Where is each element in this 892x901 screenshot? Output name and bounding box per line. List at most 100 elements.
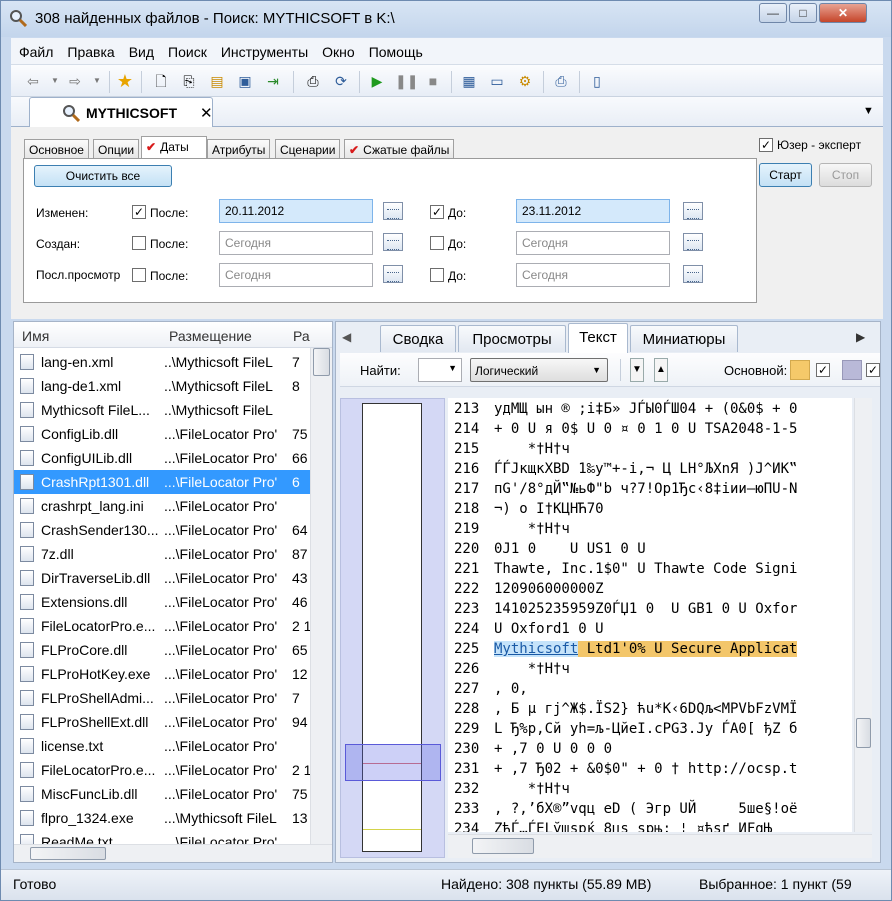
list-item[interactable]: CrashSender130... ...\FileLocator Pro' 64	[14, 518, 310, 542]
pause-icon[interactable]: ❚❚	[395, 71, 418, 91]
column-location[interactable]: Размещение	[169, 328, 252, 344]
calendar-icon[interactable]	[383, 202, 403, 220]
list-item[interactable]: FileLocatorPro.e... ...\FileLocator Pro' 2…	[14, 758, 310, 782]
minimize-button[interactable]: —	[759, 3, 787, 23]
list-item[interactable]: DirTraverseLib.dll ...\FileLocator Pro' 43	[14, 566, 310, 590]
copy-icon[interactable]: ⎘	[179, 71, 199, 91]
help-book-icon[interactable]: ▯	[587, 71, 607, 91]
save-icon[interactable]: ▣	[235, 71, 255, 91]
created-after-checkbox[interactable]	[132, 236, 146, 250]
tab-compressed[interactable]: ✔ Сжатые файлы	[344, 139, 455, 159]
menu-tools[interactable]: Инструменты	[213, 38, 314, 60]
highlight-color-swatch[interactable]	[790, 360, 810, 380]
window-icon[interactable]: ▭	[487, 71, 507, 91]
export-icon[interactable]: ⇥	[263, 71, 283, 91]
maximize-button[interactable]: □	[789, 3, 817, 23]
list-item[interactable]: 7z.dll ...\FileLocator Pro' 87	[14, 542, 310, 566]
modified-after-field[interactable]: 20.11.2012	[219, 199, 373, 223]
refresh-icon[interactable]: ⟳	[331, 71, 351, 91]
tab-attributes[interactable]: Атрибуты	[207, 139, 271, 159]
text-vertical-scrollbar[interactable]	[854, 398, 872, 832]
tab-text[interactable]: Текст	[568, 323, 628, 353]
layout-icon[interactable]: ▦	[459, 71, 479, 91]
start-button[interactable]: Старт	[759, 163, 812, 187]
accessed-after-checkbox[interactable]	[132, 268, 146, 282]
vertical-scrollbar[interactable]	[310, 348, 332, 846]
created-before-field[interactable]: Сегодня	[516, 231, 670, 255]
document-overview-map[interactable]	[340, 398, 445, 858]
tab-options[interactable]: Опции	[93, 139, 140, 159]
overview-viewport[interactable]	[345, 744, 441, 781]
text-horizontal-scrollbar[interactable]	[448, 834, 872, 858]
close-button[interactable]: ✕	[819, 3, 867, 23]
list-item[interactable]: FLProShellExt.dll ...\FileLocator Pro' 94	[14, 710, 310, 734]
accessed-after-field[interactable]: Сегодня	[219, 263, 373, 287]
stop-icon[interactable]: ■	[423, 71, 443, 91]
forward-icon[interactable]: ⇨	[65, 71, 85, 91]
menu-window[interactable]: Окно	[314, 38, 361, 60]
list-item[interactable]: FileLocatorPro.e... ...\FileLocator Pro' 2…	[14, 614, 310, 638]
calendar-icon[interactable]	[683, 202, 703, 220]
list-item[interactable]: MiscFuncLib.dll ...\FileLocator Pro' 75	[14, 782, 310, 806]
tab-views[interactable]: Просмотры	[458, 325, 566, 352]
highlight-checkbox[interactable]: ✓	[816, 363, 830, 377]
find-input[interactable]: ▼	[418, 358, 462, 382]
scroll-thumb[interactable]	[856, 718, 871, 748]
list-item[interactable]: FLProHotKey.exe ...\FileLocator Pro' 12	[14, 662, 310, 686]
scroll-thumb[interactable]	[313, 348, 330, 376]
back-icon[interactable]: ⇦	[23, 71, 43, 91]
scroll-thumb[interactable]	[472, 838, 534, 854]
find-next-icon[interactable]: ▼	[630, 358, 644, 382]
list-item[interactable]: ConfigUILib.dll ...\FileLocator Pro' 66	[14, 446, 310, 470]
menu-view[interactable]: Вид	[121, 38, 160, 60]
column-size[interactable]: Ра	[293, 328, 310, 344]
calendar-icon[interactable]	[683, 233, 703, 251]
tab-dates[interactable]: ✔ Даты	[141, 136, 207, 160]
expert-user-checkbox[interactable]: ✓	[759, 138, 773, 152]
list-item[interactable]: FLProShellAdmi... ...\FileLocator Pro' 7	[14, 686, 310, 710]
list-item[interactable]: CrashRpt1301.dll ...\FileLocator Pro' 6	[14, 470, 310, 494]
open-folder-icon[interactable]: ▤	[207, 71, 227, 91]
modified-before-checkbox[interactable]: ✓	[430, 205, 444, 219]
text-view[interactable]: 213 удМЩ ын ® ;і‡Б» JЃЫ0ЃШ04 + (0&0$ + 02…	[448, 398, 852, 832]
calendar-icon[interactable]	[383, 265, 403, 283]
tab-thumbnails[interactable]: Миниатюры	[630, 325, 738, 352]
tab-basic[interactable]: Основное	[24, 139, 89, 159]
column-name[interactable]: Имя	[22, 328, 49, 344]
list-item[interactable]: lang-de1.xml ..\Mythicsoft FileL 8	[14, 374, 310, 398]
back-dropdown-icon[interactable]: ▼	[45, 71, 65, 91]
tabs-right-arrow-icon[interactable]: ▶	[856, 330, 865, 344]
horizontal-scrollbar[interactable]	[14, 844, 332, 862]
clear-all-button[interactable]: Очистить все	[34, 165, 172, 187]
created-before-checkbox[interactable]	[430, 236, 444, 250]
new-document-icon[interactable]: 🗋	[151, 71, 171, 91]
accessed-before-field[interactable]: Сегодня	[516, 263, 670, 287]
list-item[interactable]: flpro_1324.exe ...\Mythicsoft FileL 13	[14, 806, 310, 830]
tab-summary[interactable]: Сводка	[380, 325, 456, 352]
modified-before-field[interactable]: 23.11.2012	[516, 199, 670, 223]
favorites-star-icon[interactable]: ★	[115, 71, 135, 91]
forward-dropdown-icon[interactable]: ▼	[87, 71, 107, 91]
list-item[interactable]: crashrpt_lang.ini ...\FileLocator Pro'	[14, 494, 310, 518]
scroll-thumb[interactable]	[30, 847, 106, 860]
accessed-before-checkbox[interactable]	[430, 268, 444, 282]
stop-button[interactable]: Стоп	[819, 163, 872, 187]
print-icon[interactable]: ⎙	[551, 71, 571, 91]
secondary-color-swatch[interactable]	[842, 360, 862, 380]
close-tab-icon[interactable]: ✕	[200, 104, 213, 122]
menu-file[interactable]: Файл	[11, 38, 59, 60]
properties-icon[interactable]: ⎙	[303, 71, 323, 91]
calendar-icon[interactable]	[683, 265, 703, 283]
secondary-checkbox[interactable]: ✓	[866, 363, 880, 377]
list-item[interactable]: FLProCore.dll ...\FileLocator Pro' 65	[14, 638, 310, 662]
list-item[interactable]: license.txt ...\FileLocator Pro'	[14, 734, 310, 758]
list-item[interactable]: lang-en.xml ..\Mythicsoft FileL 7	[14, 350, 310, 374]
created-after-field[interactable]: Сегодня	[219, 231, 373, 255]
document-settings-icon[interactable]: ⚙	[515, 71, 535, 91]
calendar-icon[interactable]	[383, 233, 403, 251]
menu-edit[interactable]: Правка	[59, 38, 120, 60]
mode-dropdown[interactable]: Логический ▼	[470, 358, 608, 382]
tab-scripts[interactable]: Сценарии	[275, 139, 341, 159]
play-icon[interactable]: ▶	[367, 71, 387, 91]
modified-after-checkbox[interactable]: ✓	[132, 205, 146, 219]
